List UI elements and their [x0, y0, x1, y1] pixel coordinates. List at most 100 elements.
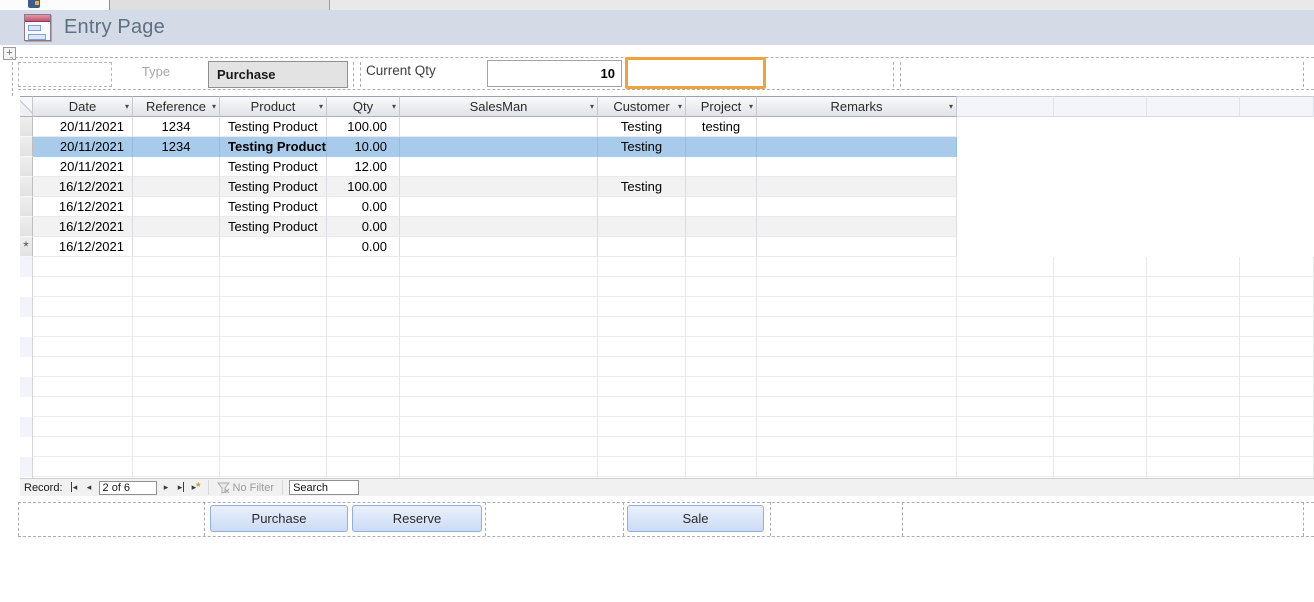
focused-empty-field[interactable]	[625, 57, 766, 89]
cell-reference[interactable]: 1234	[133, 137, 220, 157]
cell-salesman[interactable]	[400, 237, 598, 257]
cell-remarks[interactable]	[757, 177, 957, 197]
cell-project[interactable]	[686, 237, 757, 257]
cell-customer[interactable]	[598, 217, 686, 237]
column-header-reference[interactable]: Reference ▾	[133, 96, 220, 117]
column-header-remarks[interactable]: Remarks ▾	[757, 96, 957, 117]
cell-reference[interactable]: 1234	[133, 117, 220, 137]
datasheet-select-all-corner[interactable]	[20, 96, 33, 117]
empty-layout-cell[interactable]	[18, 62, 112, 87]
cell-customer[interactable]: Testing	[598, 117, 686, 137]
cell-product[interactable]: Testing Product	[220, 197, 327, 217]
cell-qty[interactable]: 100.00	[327, 177, 400, 197]
cell-date[interactable]: 16/12/2021	[33, 197, 133, 217]
new-record-selector[interactable]: *	[20, 237, 33, 257]
column-dropdown-icon[interactable]: ▾	[949, 102, 953, 111]
cell-qty[interactable]: 0.00	[327, 237, 400, 257]
cell-remarks[interactable]	[757, 157, 957, 177]
cell-project[interactable]	[686, 137, 757, 157]
cell-salesman[interactable]	[400, 197, 598, 217]
record-position-box[interactable]: 2 of 6	[98, 480, 157, 495]
layout-move-handle[interactable]: +	[3, 47, 16, 60]
record-selector[interactable]	[20, 177, 33, 197]
type-combo[interactable]: Purchase	[208, 61, 348, 88]
cell-project[interactable]: testing	[686, 117, 757, 137]
reserve-button[interactable]: Reserve	[352, 505, 482, 532]
column-dropdown-icon[interactable]: ▾	[749, 102, 753, 111]
cell-project[interactable]	[686, 177, 757, 197]
cell-qty[interactable]: 100.00	[327, 117, 400, 137]
cell-product[interactable]: Testing Product	[220, 177, 327, 197]
column-dropdown-icon[interactable]: ▾	[125, 102, 129, 111]
cell-project[interactable]	[686, 217, 757, 237]
current-qty-field[interactable]: 10	[487, 60, 622, 87]
new-record-button[interactable]: ▸*	[189, 481, 204, 495]
cell-date[interactable]: 16/12/2021	[33, 237, 133, 257]
column-dropdown-icon[interactable]: ▾	[319, 102, 323, 111]
cell-date[interactable]: 16/12/2021	[33, 217, 133, 237]
cell-date[interactable]: 20/11/2021	[33, 117, 133, 137]
cell-product[interactable]	[220, 237, 327, 257]
cell-qty[interactable]: 12.00	[327, 157, 400, 177]
cell-salesman[interactable]	[400, 157, 598, 177]
cell-remarks[interactable]	[757, 197, 957, 217]
cell-project[interactable]	[686, 157, 757, 177]
record-selector[interactable]	[20, 197, 33, 217]
cell-salesman[interactable]	[400, 217, 598, 237]
gridline	[685, 257, 686, 478]
cell-date[interactable]: 16/12/2021	[33, 177, 133, 197]
layout-guide-line	[204, 502, 205, 536]
column-header-customer[interactable]: Customer ▾	[598, 96, 686, 117]
sale-button[interactable]: Sale	[627, 505, 764, 532]
cell-salesman[interactable]	[400, 177, 598, 197]
last-record-button[interactable]: ▸	[174, 481, 189, 495]
column-header-qty[interactable]: Qty ▾	[327, 96, 400, 117]
cell-product[interactable]: Testing Product	[220, 157, 327, 177]
record-selector[interactable]	[20, 157, 33, 177]
no-filter-button[interactable]: No Filter	[213, 482, 279, 494]
cell-salesman[interactable]	[400, 137, 598, 157]
cell-product[interactable]: Testing Product	[220, 117, 327, 137]
next-record-button[interactable]: ▸	[159, 481, 174, 495]
column-header-product[interactable]: Product ▾	[220, 96, 327, 117]
cell-remarks[interactable]	[757, 217, 957, 237]
first-record-button[interactable]: ◂	[67, 481, 82, 495]
cell-customer[interactable]	[598, 237, 686, 257]
cell-qty[interactable]: 10.00	[327, 137, 400, 157]
cell-product[interactable]: Testing Product	[220, 217, 327, 237]
cell-project[interactable]	[686, 197, 757, 217]
cell-reference[interactable]	[133, 157, 220, 177]
column-header-salesman[interactable]: SalesMan ▾	[400, 96, 598, 117]
search-input[interactable]	[289, 480, 360, 495]
cell-customer[interactable]: Testing	[598, 177, 686, 197]
column-dropdown-icon[interactable]: ▾	[212, 102, 216, 111]
record-selector[interactable]	[20, 137, 33, 157]
cell-reference[interactable]	[133, 177, 220, 197]
cell-date[interactable]: 20/11/2021	[33, 157, 133, 177]
cell-reference[interactable]	[133, 217, 220, 237]
cell-reference[interactable]	[133, 197, 220, 217]
cell-qty[interactable]: 0.00	[327, 217, 400, 237]
table-row: 16/12/2021 Testing Product 0.00	[20, 217, 957, 237]
column-dropdown-icon[interactable]: ▾	[590, 102, 594, 111]
column-header-project[interactable]: Project ▾	[686, 96, 757, 117]
cell-salesman[interactable]	[400, 117, 598, 137]
record-selector[interactable]	[20, 217, 33, 237]
cell-customer[interactable]: Testing	[598, 137, 686, 157]
cell-remarks[interactable]	[757, 137, 957, 157]
purchase-button[interactable]: Purchase	[210, 505, 348, 532]
column-dropdown-icon[interactable]: ▾	[392, 102, 396, 111]
cell-customer[interactable]	[598, 197, 686, 217]
cell-reference[interactable]	[133, 237, 220, 257]
cell-date[interactable]: 20/11/2021	[33, 137, 133, 157]
record-selector[interactable]	[20, 117, 33, 137]
column-dropdown-icon[interactable]: ▾	[678, 102, 682, 111]
cell-remarks[interactable]	[757, 237, 957, 257]
cell-remarks[interactable]	[757, 117, 957, 137]
cell-product[interactable]: Testing Product	[220, 137, 327, 157]
column-header-date[interactable]: Date ▾	[33, 96, 133, 117]
cell-qty[interactable]: 0.00	[327, 197, 400, 217]
previous-record-button[interactable]: ◂	[82, 481, 97, 495]
tab-entry-page[interactable]	[0, 0, 110, 10]
cell-customer[interactable]	[598, 157, 686, 177]
